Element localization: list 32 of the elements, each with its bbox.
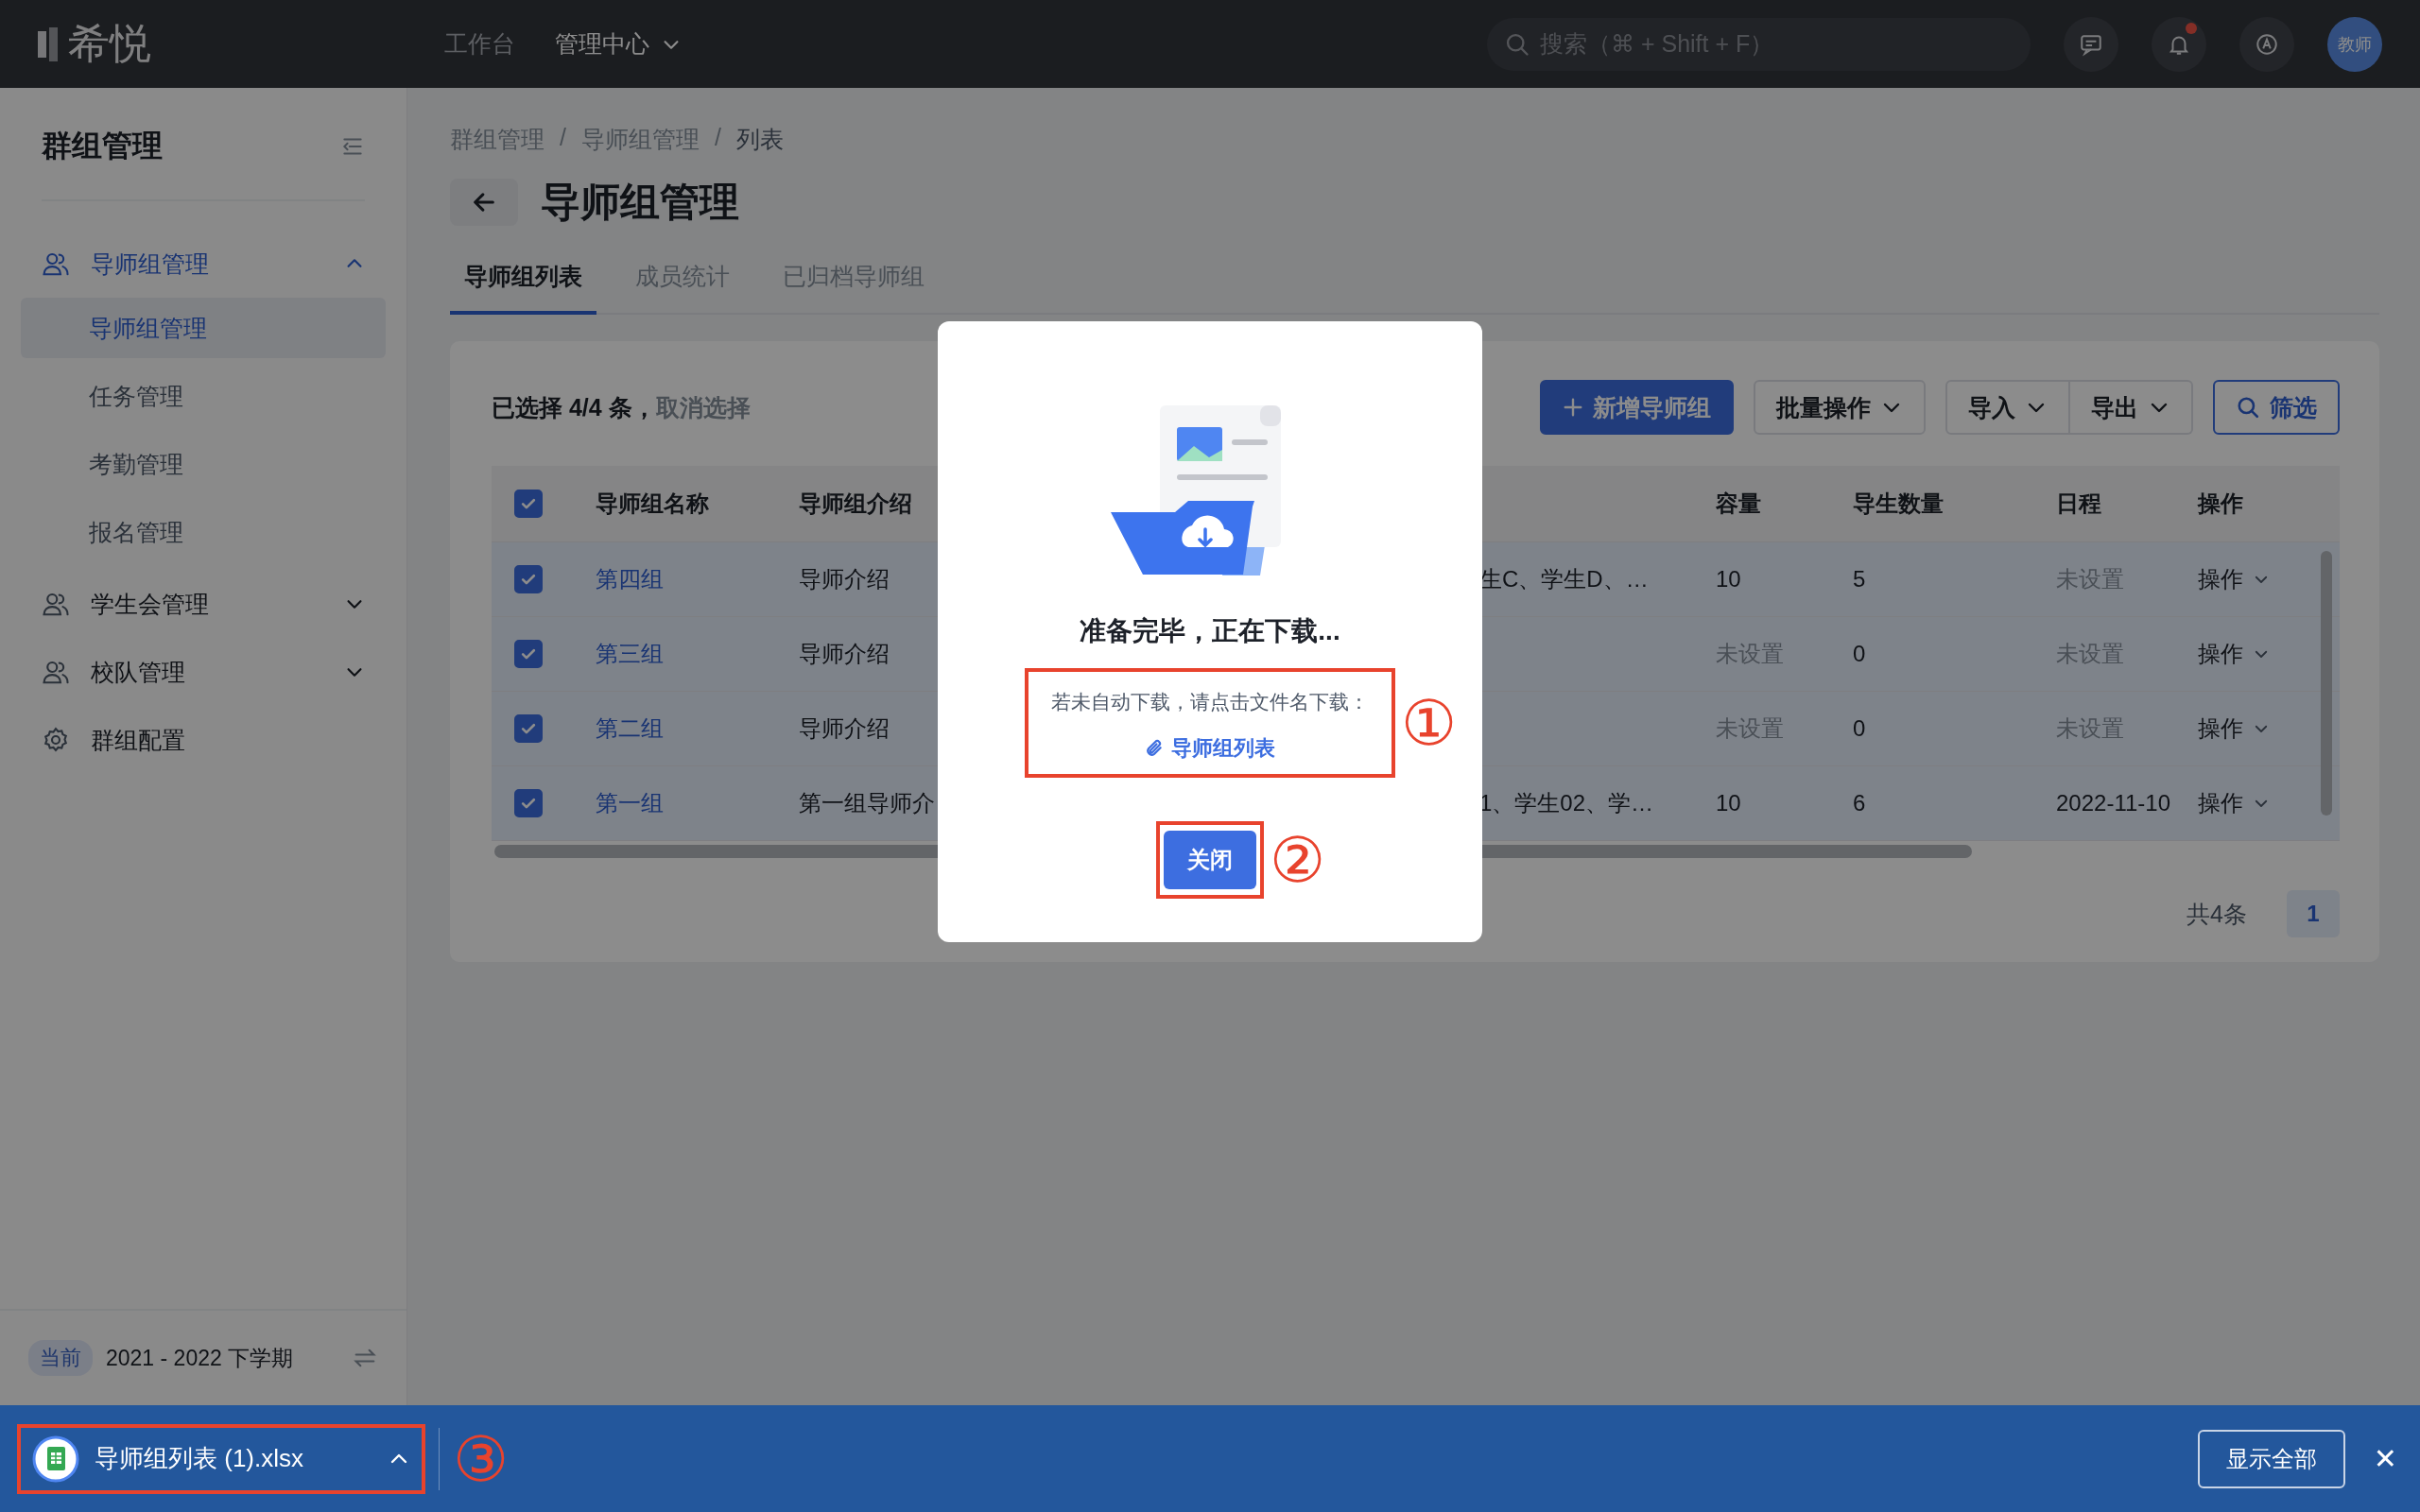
download-hint: 若未自动下载，请点击文件名下载： [1051,690,1369,714]
total-count: 共4条 [2187,899,2247,929]
breadcrumb-item: 列表 [735,125,784,154]
column-header: 导生数量 [1852,490,1945,518]
table-cell-text: 10 [1715,566,1742,593]
step-marker: ② [1270,829,1326,891]
table-cell-text: 5 [1852,566,1867,593]
column-header: 导师组名称 [595,490,710,518]
table-cell-text: 导师介绍 [798,714,890,743]
table-cell-text: 2022-11-10 [2055,790,2171,816]
step-marker: ① [1401,692,1458,754]
breadcrumb-separator: / [714,124,721,152]
column-header: 导师组介绍 [798,490,913,518]
column-header: 容量 [1715,490,1762,518]
breadcrumb-separator: / [560,124,566,152]
table-cell-text: 导师介绍 [798,565,890,593]
table-cell-text: 导师介绍 [798,640,890,668]
table-cell-text: 0 [1852,715,1867,742]
file-name: 导师组列表 (1).xlsx [95,1443,304,1474]
column-header: 操作 [2196,490,2244,518]
term-label: 2021 - 2022 下学期 [106,1344,294,1372]
table-cell-text: 第一组导师介 [798,789,936,817]
table-cell-text: 6 [1852,790,1867,816]
term-badge: 当前 [28,1340,93,1376]
table-cell-text: 0 [1852,641,1867,667]
logo-text: 希悦 [68,19,151,68]
sidebar-title: 群组管理 [42,128,163,164]
page-title: 导师组管理 [541,179,739,226]
table-cell-text: 10 [1715,790,1742,816]
selection-count: 已选择 4/4 条， [492,392,656,422]
dialog-title: 准备完毕，正在下载... [1080,615,1340,647]
column-header: 日程 [2055,490,2102,518]
